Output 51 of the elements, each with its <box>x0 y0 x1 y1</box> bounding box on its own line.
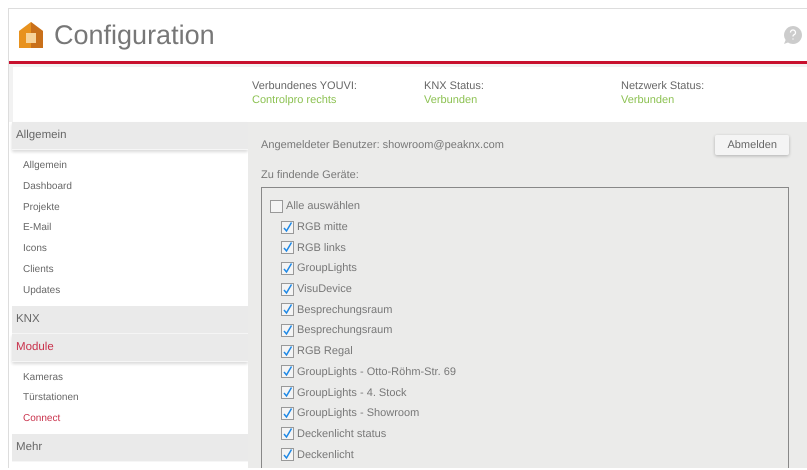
checkbox-label: Deckenlicht <box>297 448 354 461</box>
checkbox[interactable] <box>281 303 294 316</box>
checkbox[interactable] <box>281 262 294 275</box>
page-title: Configuration <box>54 20 216 50</box>
checkbox-label: GroupLights - Otto-Röhm-Str. 69 <box>297 366 456 378</box>
logout-button[interactable]: Abmelden <box>715 135 789 155</box>
sidebar-item[interactable]: E-Mail <box>12 218 248 240</box>
checkbox-label: GroupLights - Showroom <box>297 407 420 420</box>
sidebar-section[interactable]: KNX <box>12 306 248 334</box>
checkbox-label: Alle auswählen <box>286 200 360 212</box>
checkbox[interactable] <box>281 386 294 400</box>
status-value: Controlpro rechts <box>252 93 338 107</box>
checkbox[interactable] <box>281 344 294 358</box>
status-value: Verbunden <box>424 93 478 107</box>
devices-label: Zu findende Geräte: <box>261 169 360 181</box>
sidebar-item[interactable]: Icons <box>12 239 248 260</box>
checkbox[interactable] <box>270 200 283 213</box>
checkbox-label: RGB Regal <box>297 345 353 358</box>
user-text: Angemeldeter Benutzer: showroom@peaknx.com <box>261 139 504 151</box>
checkbox-label: GroupLights <box>297 262 357 274</box>
sidebar-section[interactable]: Mehr <box>12 434 248 462</box>
sidebar-item[interactable]: Allgemein <box>12 156 248 177</box>
checkbox-label: Besprechungsraum <box>297 324 392 336</box>
checkbox[interactable] <box>281 324 294 337</box>
checkbox-label: Deckenlicht status <box>297 428 386 440</box>
sidebar-section[interactable]: Allgemein <box>12 122 248 150</box>
sidebar-item[interactable]: Updates <box>12 280 248 302</box>
checkbox[interactable] <box>281 365 294 378</box>
status-value: Verbunden <box>621 93 676 107</box>
checkbox[interactable] <box>281 282 294 296</box>
checkbox[interactable] <box>281 241 294 254</box>
checkbox-label: GroupLights - 4. Stock <box>297 386 406 399</box>
checkbox[interactable] <box>281 448 294 462</box>
checkbox-label: Besprechungsraum <box>297 304 392 316</box>
sidebar-item[interactable]: Connect <box>12 409 248 430</box>
status-label: Verbundenes YOUVI: <box>252 79 358 93</box>
checkbox-label: VisuDevice <box>297 283 352 296</box>
sidebar-item[interactable]: Kameras <box>12 368 248 388</box>
status-label: KNX Status: <box>424 79 485 93</box>
status-label: Netzwerk Status: <box>621 79 704 93</box>
checkbox-label: RGB links <box>297 242 346 254</box>
checkbox[interactable] <box>281 406 294 420</box>
checkbox[interactable] <box>281 427 294 440</box>
sidebar-item[interactable]: Dashboard <box>12 176 248 198</box>
sidebar-section[interactable]: Module <box>12 334 248 362</box>
checkbox-label: RGB mitte <box>297 221 348 234</box>
sidebar-item[interactable]: Clients <box>12 260 248 281</box>
sidebar-item[interactable]: Türstationen <box>12 388 248 410</box>
logo-icon <box>18 21 44 49</box>
sidebar-item[interactable]: Projekte <box>12 198 248 218</box>
checkbox[interactable] <box>281 220 294 234</box>
